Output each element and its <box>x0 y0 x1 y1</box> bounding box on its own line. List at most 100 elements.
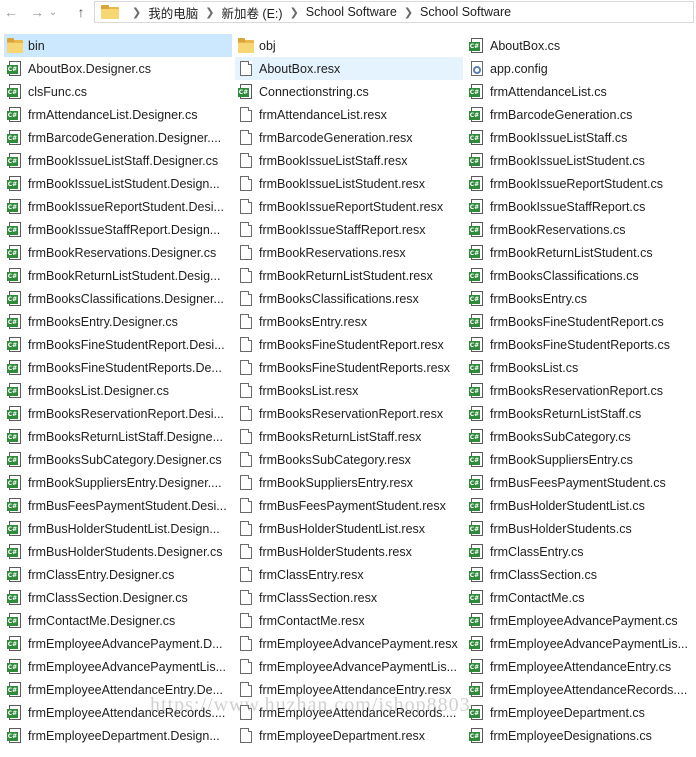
file-item[interactable]: C# frmBookIssueListStudent.cs <box>466 149 694 172</box>
file-item[interactable]: C# frmClassEntry.cs <box>466 540 694 563</box>
file-item[interactable]: C# frmBookIssueListStaff.Designer.cs <box>4 149 232 172</box>
breadcrumb-item[interactable]: 新加卷 (E:) <box>221 3 282 22</box>
file-item[interactable]: C# frmBooksFineStudentReport.Desi... <box>4 333 232 356</box>
file-item[interactable]: frmBookSuppliersEntry.resx <box>235 471 463 494</box>
file-item[interactable]: C# frmBusFeesPaymentStudent.cs <box>466 471 694 494</box>
file-item[interactable]: frmBusFeesPaymentStudent.resx <box>235 494 463 517</box>
file-item[interactable]: C# frmBarcodeGeneration.Designer.... <box>4 126 232 149</box>
file-item[interactable]: C# frmBookSuppliersEntry.cs <box>466 448 694 471</box>
file-item[interactable]: C# frmEmployeeDesignations.cs <box>466 724 694 747</box>
folder-item[interactable]: bin <box>4 34 232 57</box>
file-item[interactable]: C# frmBooksFineStudentReports.cs <box>466 333 694 356</box>
file-item[interactable]: C# frmBooksReservationReport.Desi... <box>4 402 232 425</box>
file-item[interactable]: C# frmEmployeeDepartment.cs <box>466 701 694 724</box>
file-item[interactable]: C# frmBookReservations.Designer.cs <box>4 241 232 264</box>
address-bar[interactable]: ❯ 我的电脑 ❯ 新加卷 (E:) ❯ School Software ❯ Sc… <box>94 1 694 23</box>
file-item[interactable]: C# frmBusHolderStudentList.cs <box>466 494 694 517</box>
file-item[interactable]: frmBookReturnListStudent.resx <box>235 264 463 287</box>
file-item[interactable]: AboutBox.resx <box>235 57 463 80</box>
breadcrumb-chevron-icon[interactable]: ❯ <box>290 6 299 19</box>
file-item[interactable]: C# frmBusHolderStudents.Designer.cs <box>4 540 232 563</box>
file-item[interactable]: frmBarcodeGeneration.resx <box>235 126 463 149</box>
left-arrow-icon[interactable]: ← <box>2 3 20 21</box>
file-item[interactable]: frmBooksSubCategory.resx <box>235 448 463 471</box>
file-item[interactable]: frmBooksReservationReport.resx <box>235 402 463 425</box>
file-item[interactable]: C# frmEmployeeDepartment.Design... <box>4 724 232 747</box>
breadcrumb-chevron-icon[interactable]: ❯ <box>205 6 214 19</box>
breadcrumb-item[interactable]: 我的电脑 <box>148 3 198 22</box>
file-item[interactable]: frmEmployeeDepartment.resx <box>235 724 463 747</box>
file-item[interactable]: C# frmBooksClassifications.Designer... <box>4 287 232 310</box>
file-item[interactable]: C# frmEmployeeAttendanceEntry.De... <box>4 678 232 701</box>
file-item[interactable]: C# frmBooksSubCategory.Designer.cs <box>4 448 232 471</box>
file-item[interactable]: frmAttendanceList.resx <box>235 103 463 126</box>
file-item[interactable]: C# frmAttendanceList.Designer.cs <box>4 103 232 126</box>
right-arrow-icon[interactable]: → <box>28 3 46 21</box>
file-item[interactable]: C# frmEmployeeAttendanceRecords.... <box>466 678 694 701</box>
file-item[interactable]: frmClassEntry.resx <box>235 563 463 586</box>
file-item[interactable]: C# frmBooksReturnListStaff.cs <box>466 402 694 425</box>
file-item[interactable]: C# frmBooksFineStudentReports.De... <box>4 356 232 379</box>
file-item[interactable]: C# clsFunc.cs <box>4 80 232 103</box>
file-item[interactable]: C# frmBookReturnListStudent.cs <box>466 241 694 264</box>
file-item[interactable]: C# frmEmployeeAdvancePayment.D... <box>4 632 232 655</box>
file-item[interactable]: C# frmBooksEntry.cs <box>466 287 694 310</box>
breadcrumb-chevron-icon[interactable]: ❯ <box>132 6 141 19</box>
file-item[interactable]: C# frmBooksReturnListStaff.Designe... <box>4 425 232 448</box>
file-item[interactable]: frmBooksClassifications.resx <box>235 287 463 310</box>
file-item[interactable]: C# frmBookIssueReportStudent.cs <box>466 172 694 195</box>
file-item[interactable]: C# frmEmployeeAdvancePaymentLis... <box>466 632 694 655</box>
file-item[interactable]: C# frmBooksFineStudentReport.cs <box>466 310 694 333</box>
breadcrumb-item[interactable]: School Software <box>306 5 397 19</box>
file-item[interactable]: C# frmBooksReservationReport.cs <box>466 379 694 402</box>
file-item[interactable]: C# frmBookIssueStaffReport.Design... <box>4 218 232 241</box>
file-item[interactable]: frmBookReservations.resx <box>235 241 463 264</box>
file-item[interactable]: frmEmployeeAttendanceEntry.resx <box>235 678 463 701</box>
file-item[interactable]: C# frmAttendanceList.cs <box>466 80 694 103</box>
file-item[interactable]: C# frmBarcodeGeneration.cs <box>466 103 694 126</box>
file-item[interactable]: C# frmBusHolderStudentList.Design... <box>4 517 232 540</box>
breadcrumb-item[interactable]: School Software <box>420 5 511 19</box>
folder-item[interactable]: obj <box>235 34 463 57</box>
file-item[interactable]: C# frmBookReservations.cs <box>466 218 694 241</box>
file-item[interactable]: frmBusHolderStudentList.resx <box>235 517 463 540</box>
file-item[interactable]: C# frmBooksList.cs <box>466 356 694 379</box>
file-item[interactable]: C# frmBooksEntry.Designer.cs <box>4 310 232 333</box>
file-item[interactable]: C# frmBookIssueReportStudent.Desi... <box>4 195 232 218</box>
file-item[interactable]: frmBookIssueStaffReport.resx <box>235 218 463 241</box>
file-item[interactable]: frmBooksReturnListStaff.resx <box>235 425 463 448</box>
file-item[interactable]: C# frmBookSuppliersEntry.Designer.... <box>4 471 232 494</box>
file-item[interactable]: C# frmContactMe.Designer.cs <box>4 609 232 632</box>
file-item[interactable]: frmClassSection.resx <box>235 586 463 609</box>
file-item[interactable]: C# frmBooksClassifications.cs <box>466 264 694 287</box>
file-item[interactable]: C# frmBooksList.Designer.cs <box>4 379 232 402</box>
file-item[interactable]: C# frmClassSection.Designer.cs <box>4 586 232 609</box>
file-item[interactable]: frmContactMe.resx <box>235 609 463 632</box>
file-item[interactable]: frmBookIssueListStudent.resx <box>235 172 463 195</box>
file-item[interactable]: C# frmEmployeeAttendanceRecords.... <box>4 701 232 724</box>
file-item[interactable]: C# frmBookIssueStaffReport.cs <box>466 195 694 218</box>
file-item[interactable]: frmBookIssueListStaff.resx <box>235 149 463 172</box>
chevron-down-icon[interactable]: ⌄ <box>48 3 58 21</box>
file-item[interactable]: frmBookIssueReportStudent.resx <box>235 195 463 218</box>
file-item[interactable]: C# frmBooksSubCategory.cs <box>466 425 694 448</box>
file-item[interactable]: C# frmBookIssueListStaff.cs <box>466 126 694 149</box>
file-item[interactable]: C# frmEmployeeAttendanceEntry.cs <box>466 655 694 678</box>
file-item[interactable]: C# frmClassSection.cs <box>466 563 694 586</box>
file-item[interactable]: C# frmBookIssueListStudent.Design... <box>4 172 232 195</box>
file-item[interactable]: frmBusHolderStudents.resx <box>235 540 463 563</box>
file-item[interactable]: C# AboutBox.cs <box>466 34 694 57</box>
file-item[interactable]: frmEmployeeAttendanceRecords.... <box>235 701 463 724</box>
file-item[interactable]: C# frmBusFeesPaymentStudent.Desi... <box>4 494 232 517</box>
up-arrow-icon[interactable]: ↑ <box>72 3 90 21</box>
file-item[interactable]: frmBooksFineStudentReport.resx <box>235 333 463 356</box>
file-item[interactable]: C# frmEmployeeAdvancePaymentLis... <box>4 655 232 678</box>
file-item[interactable]: frmBooksList.resx <box>235 379 463 402</box>
file-item[interactable]: C# AboutBox.Designer.cs <box>4 57 232 80</box>
file-item[interactable]: frmBooksFineStudentReports.resx <box>235 356 463 379</box>
breadcrumb-chevron-icon[interactable]: ❯ <box>404 6 413 19</box>
file-item[interactable]: C# frmClassEntry.Designer.cs <box>4 563 232 586</box>
file-item[interactable]: C# frmContactMe.cs <box>466 586 694 609</box>
file-item[interactable]: C# frmEmployeeAdvancePayment.cs <box>466 609 694 632</box>
file-item[interactable]: frmEmployeeAdvancePaymentLis... <box>235 655 463 678</box>
